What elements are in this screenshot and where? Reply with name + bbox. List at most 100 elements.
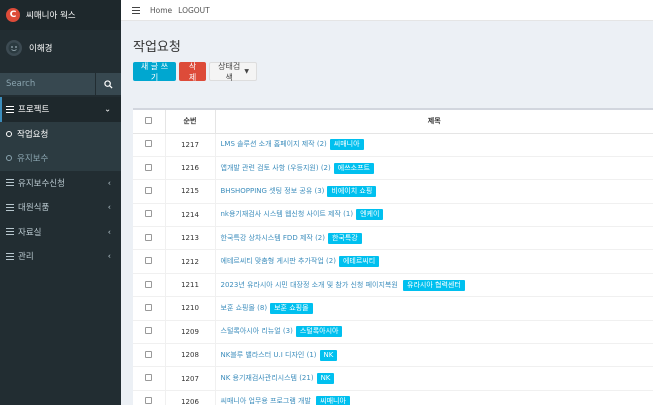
row-title-cell: nk용기재검사 시스템 웹신청 사이트 제작 (1) 엔케이 [215, 203, 653, 228]
sidebar-item-admin[interactable]: 관리 ‹ [0, 244, 121, 269]
row-checkbox[interactable] [145, 327, 153, 335]
list-icon [6, 105, 14, 113]
table-row[interactable]: 1210 보훈 쇼핑몰 (8) 보훈 쇼핑몰 [133, 296, 653, 321]
row-check-cell [133, 203, 166, 228]
row-checkbox[interactable] [145, 186, 153, 194]
row-title-link[interactable]: BHSHOPPING 셋팅 정보 공유 [221, 187, 313, 195]
row-checkbox[interactable] [145, 210, 153, 218]
row-title-link[interactable]: 씨매니아 업무용 프로그램 개발 [221, 397, 311, 405]
brand-logo-icon: C [6, 8, 20, 22]
row-title-link[interactable]: 스털록아시아 리뉴얼 [221, 327, 281, 335]
row-checkbox[interactable] [145, 397, 153, 405]
table-row[interactable]: 1214 nk용기재검사 시스템 웹신청 사이트 제작 (1) 엔케이 [133, 203, 653, 228]
row-title-cell: 에테르씨티 맞춤형 게시판 추가작업 (2) 에테르씨티 [215, 249, 653, 274]
row-check-cell [133, 366, 166, 391]
home-link[interactable]: Home [150, 6, 172, 15]
search-button[interactable] [95, 73, 121, 95]
table-row[interactable]: 1212 에테르씨티 맞춤형 게시판 추가작업 (2) 에테르씨티 [133, 249, 653, 274]
row-check-cell [133, 296, 166, 321]
row-title-link[interactable]: 2023년 유라시아 시민 대장정 소개 및 참가 신청 페이지복원 [221, 281, 398, 289]
request-table: 순번 제목 1217 LMS 솔루션 소개 홈페이지 제작 (2) 씨매니아 1216… [133, 110, 653, 405]
row-checkbox[interactable] [145, 233, 153, 241]
row-number: 1213 [165, 226, 216, 251]
brand-name: 씨매니아 웍스 [26, 11, 76, 21]
row-comment-count: (2) [320, 163, 331, 172]
row-number: 1212 [165, 249, 216, 274]
status-search-dropdown[interactable]: 상태검색 ▼ [209, 61, 257, 82]
row-title-cell: 2023년 유라시아 시민 대장정 소개 및 참가 신청 페이지복원 유라시아 … [215, 273, 653, 298]
row-title-cell: NK블루 밸라스터 U.I 디자인 (1) NK [215, 343, 653, 368]
status-search-label: 상태검색 [218, 61, 241, 82]
table-row[interactable]: 1208 NK블루 밸라스터 U.I 디자인 (1) NK [133, 343, 653, 368]
row-title-link[interactable]: 보훈 쇼핑몰 [221, 304, 255, 312]
row-check-cell [133, 156, 166, 181]
row-number: 1207 [165, 366, 216, 391]
row-title-link[interactable]: NK블루 밸라스터 U.I 디자인 [221, 351, 305, 359]
delete-button[interactable]: 삭제 [179, 62, 206, 82]
sidebar-item-work-request[interactable]: 작업요청 [0, 121, 121, 146]
row-client-tag: 씨매니아 [316, 396, 350, 405]
row-check-cell [133, 273, 166, 298]
row-comment-count: (21) [299, 374, 314, 383]
row-check-cell [133, 133, 166, 157]
table-row[interactable]: 1215 BHSHOPPING 셋팅 정보 공유 (3) 비에이치 쇼핑 [133, 179, 653, 204]
row-checkbox[interactable] [145, 257, 153, 265]
sidebar-item-label: 유지보수 [17, 154, 49, 165]
row-checkbox[interactable] [145, 374, 153, 382]
row-title-cell: LMS 솔루션 소개 홈페이지 제작 (2) 씨매니아 [215, 133, 653, 157]
select-all-checkbox[interactable] [145, 116, 153, 124]
sidebar-item-project[interactable]: 프로젝트 ⌄ [0, 97, 121, 122]
row-client-tag: 한국특강 [327, 232, 362, 244]
table-row[interactable]: 1211 2023년 유라시아 시민 대장정 소개 및 참가 신청 페이지복원 유… [133, 273, 653, 298]
row-title-cell: 앱개발 관련 검토 사항 (우등지원) (2) 에쓰소프트 [215, 156, 653, 181]
row-client-tag: 보훈 쇼핑몰 [270, 302, 313, 314]
row-comment-count: (2) [326, 257, 336, 266]
sidebar-item-maintenance-request[interactable]: 유지보수신청 ‹ [0, 171, 121, 196]
row-title-link[interactable]: NK 용기재검사관리시스템 [221, 374, 297, 382]
row-number: 1210 [165, 296, 216, 321]
row-checkbox[interactable] [145, 163, 153, 171]
row-title-link[interactable]: 한국특강 상차시스템 FDD 제작 [221, 234, 313, 242]
row-title-link[interactable]: 에테르씨티 맞춤형 게시판 추가작업 [221, 257, 324, 265]
brand[interactable]: C 씨매니아 웍스 [0, 0, 121, 30]
row-comment-count: (2) [315, 233, 325, 242]
row-number: 1209 [165, 320, 216, 345]
sidebar-item-library[interactable]: 자료실 ‹ [0, 220, 121, 245]
new-post-button[interactable]: 새 글 쓰기 [133, 62, 176, 82]
row-checkbox[interactable] [145, 303, 153, 311]
table-row[interactable]: 1213 한국특강 상차시스템 FDD 제작 (2) 한국특강 [133, 226, 653, 251]
row-check-cell [133, 320, 166, 345]
row-title-link[interactable]: nk용기재검사 시스템 웹신청 사이트 제작 [221, 210, 341, 218]
table-row[interactable]: 1217 LMS 솔루션 소개 홈페이지 제작 (2) 씨매니아 [133, 133, 653, 157]
table-row[interactable]: 1207 NK 용기재검사관리시스템 (21) NK [133, 366, 653, 391]
row-title-cell: 한국특강 상차시스템 FDD 제작 (2) 한국특강 [215, 226, 653, 251]
row-client-tag: 비에이치 쇼핑 [327, 185, 377, 197]
row-comment-count: (1) [306, 350, 317, 359]
row-checkbox[interactable] [145, 140, 153, 148]
row-checkbox[interactable] [145, 350, 153, 358]
row-check-cell [133, 390, 166, 405]
row-checkbox[interactable] [145, 280, 153, 288]
sidebar-menu: 프로젝트 ⌄ 작업요청 유지보수 유지보수신청 ‹ 대원식품 ‹ 자료실 ‹ 관… [0, 97, 121, 269]
hamburger-menu-icon[interactable] [132, 6, 140, 14]
sidebar-item-affiliate[interactable]: 대원식품 ‹ [0, 195, 121, 220]
table-row[interactable]: 1216 앱개발 관련 검토 사항 (우등지원) (2) 에쓰소프트 [133, 156, 653, 181]
chevron-left-icon: ‹ [107, 227, 111, 237]
list-icon [6, 252, 14, 260]
row-comment-count: (8) [257, 303, 268, 312]
row-title-link[interactable]: LMS 솔루션 소개 홈페이지 제작 [221, 140, 315, 148]
table-row[interactable]: 1206 씨매니아 업무용 프로그램 개발 씨매니아 [133, 390, 653, 405]
row-number: 1214 [165, 203, 216, 228]
row-title-link[interactable]: 앱개발 관련 검토 사항 (우등지원) [221, 164, 319, 172]
sidebar-item-label: 자료실 [18, 227, 42, 238]
chevron-left-icon: ‹ [107, 178, 111, 188]
search-input[interactable] [0, 73, 95, 95]
row-client-tag: 엔케이 [356, 209, 384, 221]
row-client-tag: 유라시아 협력센터 [403, 279, 465, 291]
sidebar-item-maintenance[interactable]: 유지보수 [0, 146, 121, 171]
select-all-cell [133, 110, 166, 134]
logout-link[interactable]: LOGOUT [178, 6, 210, 15]
row-comment-count: (1) [343, 210, 354, 219]
table-row[interactable]: 1209 스털록아시아 리뉴얼 (3) 스털록아시아 [133, 320, 653, 345]
row-check-cell [133, 179, 166, 204]
